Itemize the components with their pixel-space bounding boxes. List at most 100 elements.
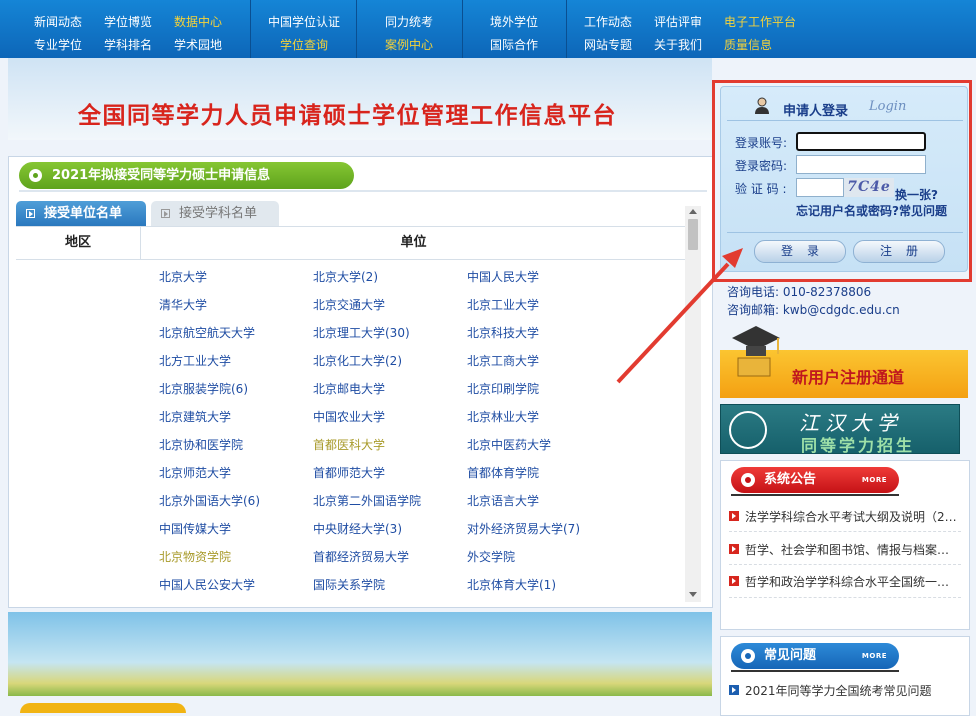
faq-more-link[interactable]: MORE [862,643,887,669]
new-user-register-banner[interactable]: 新用户注册通道 [720,320,968,398]
university-link[interactable]: 首都体育学院 [467,464,539,481]
university-link[interactable]: 中央财经大学(3) [313,520,402,537]
announcement-text: 法学学科综合水平考试大纲及说明（2021年版） [745,510,961,524]
nav-group-5: 工作动态 评估评审 电子工作平台 网站专题 关于我们 质量信息 [566,0,976,58]
university-link[interactable]: 北京大学(2) [313,268,378,285]
arrow-box-icon [729,685,739,695]
tab-accepting-units[interactable]: 接受单位名单 [16,201,146,226]
table-scrollbar[interactable] [685,206,701,602]
circle-bullet-icon [741,473,755,487]
faq-item[interactable]: 2021年同等学力全国统考常见问题 [729,682,961,700]
nav-link-unified-exam[interactable]: 同力统考 [385,13,433,31]
university-link[interactable]: 北京语言大学 [467,492,539,509]
nav-link-international[interactable]: 国际合作 [490,36,538,54]
nav-link-quality-info[interactable]: 质量信息 [724,36,772,54]
university-logo-icon [729,411,767,449]
university-link[interactable]: 北京物资学院 [159,548,231,565]
university-link[interactable]: 北京外国语大学(6) [159,492,260,509]
announcement-item[interactable]: 哲学和政治学学科综合水平全国统一考试大纲 [729,573,961,591]
university-link[interactable]: 首都师范大学 [313,464,385,481]
announcement-item[interactable]: 哲学、社会学和图书馆、情报与档案管理学科 [729,541,961,559]
nav-link-degree-query[interactable]: 学位查询 [280,36,328,54]
university-link[interactable]: 北京印刷学院 [467,380,539,397]
section-divider [19,190,707,192]
divider [729,531,961,532]
university-link[interactable]: 北京中医药大学 [467,436,551,453]
university-link[interactable]: 北京理工大学(30) [313,324,410,341]
university-link[interactable]: 北京工业大学 [467,296,539,313]
university-link[interactable]: 中国人民公安大学 [159,576,255,593]
section-title-text: 2021年拟接受同等学力硕士申请信息 [52,168,271,183]
announcement-text: 哲学、社会学和图书馆、情报与档案管理学科 [745,543,961,557]
nav-link-overseas-degree[interactable]: 境外学位 [490,13,538,31]
university-link[interactable]: 北京建筑大学 [159,408,231,425]
nav-link-news[interactable]: 新闻动态 [34,13,82,31]
university-link[interactable]: 中国人民大学 [467,268,539,285]
university-link[interactable]: 北京服装学院(6) [159,380,248,397]
nav-link-topics[interactable]: 网站专题 [584,36,632,54]
tab-label: 接受单位名单 [44,206,123,221]
divider [731,494,899,496]
nav-link-professional-degree[interactable]: 专业学位 [34,36,82,54]
divider [729,597,961,598]
university-link[interactable]: 北京第二外国语学院 [313,492,421,509]
landscape-banner [8,612,712,696]
contact-info: 咨询电话: 010-82378806 咨询邮箱: kwb@cdgdc.edu.c… [727,283,900,319]
university-link[interactable]: 首都经济贸易大学 [313,548,409,565]
nav-link-data-center[interactable]: 数据中心 [174,13,222,31]
nav-link-evaluation[interactable]: 评估评审 [654,13,702,31]
nav-link-discipline-ranking[interactable]: 学科排名 [104,36,152,54]
circle-bullet-icon [741,649,755,663]
contact-phone: 咨询电话: 010-82378806 [727,285,872,299]
university-link[interactable]: 北京协和医学院 [159,436,243,453]
university-link[interactable]: 北京工商大学 [467,352,539,369]
university-link[interactable]: 清华大学 [159,296,207,313]
faq-title: 常见问题 MORE [731,643,899,669]
university-link[interactable]: 北方工业大学 [159,352,231,369]
table-row: 北京航空航天大学 北京理工大学(30) 北京科技大学 [9,318,679,346]
nav-link-case-center[interactable]: 案例中心 [385,36,433,54]
university-link[interactable]: 北京科技大学 [467,324,539,341]
nav-link-e-platform[interactable]: 电子工作平台 [724,13,796,31]
nav-link-about[interactable]: 关于我们 [654,36,702,54]
graduation-cap-icon [732,326,780,377]
faq-title-text: 常见问题 [764,648,817,663]
university-link[interactable]: 外交学院 [467,548,515,565]
university-link[interactable]: 北京交通大学 [313,296,385,313]
nav-group-4: 境外学位 国际合作 [462,0,566,58]
jianghan-university-banner[interactable]: 江汉大学 同等学力招生 [720,404,960,455]
university-link[interactable]: 北京邮电大学 [313,380,385,397]
scroll-thumb[interactable] [688,219,698,250]
table-row: 北京协和医学院 首都医科大学 北京中医药大学 [9,430,679,458]
announcements-more-link[interactable]: MORE [862,467,887,493]
university-link[interactable]: 北京大学 [159,268,207,285]
table-row: 中国传媒大学 中央财经大学(3) 对外经济贸易大学(7) [9,514,679,542]
university-link[interactable]: 北京师范大学 [159,464,231,481]
column-header-region: 地区 [16,227,141,259]
table-row: 北京物资学院 首都经济贸易大学 外交学院 [9,542,679,570]
announcement-item[interactable]: 法学学科综合水平考试大纲及说明（2021年版） [729,508,961,526]
university-link[interactable]: 国际关系学院 [313,576,385,593]
university-subtitle: 同等学力招生 [801,436,916,455]
university-link[interactable]: 中国传媒大学 [159,520,231,537]
table-row: 北京师范大学 首都师范大学 首都体育学院 [9,458,679,486]
university-link[interactable]: 北京航空航天大学 [159,324,255,341]
university-link[interactable]: 首都医科大学 [313,436,385,453]
nav-link-degree-expo[interactable]: 学位博览 [104,13,152,31]
nav-link-academic-garden[interactable]: 学术园地 [174,36,222,54]
nav-group-3: 同力统考 案例中心 [356,0,462,58]
university-link[interactable]: 北京化工大学(2) [313,352,402,369]
table-row: 北京建筑大学 中国农业大学 北京林业大学 [9,402,679,430]
table-row: 北京服装学院(6) 北京邮电大学 北京印刷学院 [9,374,679,402]
nav-link-degree-certification[interactable]: 中国学位认证 [268,13,340,31]
university-link[interactable]: 北京林业大学 [467,408,539,425]
nav-group-1: 新闻动态 学位博览 数据中心 专业学位 学科排名 学术园地 [0,0,250,58]
university-link[interactable]: 对外经济贸易大学(7) [467,520,580,537]
tab-accepting-disciplines[interactable]: 接受学科名单 [151,201,279,226]
nav-link-work-news[interactable]: 工作动态 [584,13,632,31]
scroll-down-icon[interactable] [689,592,697,597]
faq-panel: 常见问题 MORE 2021年同等学力全国统考常见问题 [720,636,970,716]
university-link[interactable]: 中国农业大学 [313,408,385,425]
university-link[interactable]: 北京体育大学(1) [467,576,556,593]
scroll-up-icon[interactable] [689,209,697,214]
